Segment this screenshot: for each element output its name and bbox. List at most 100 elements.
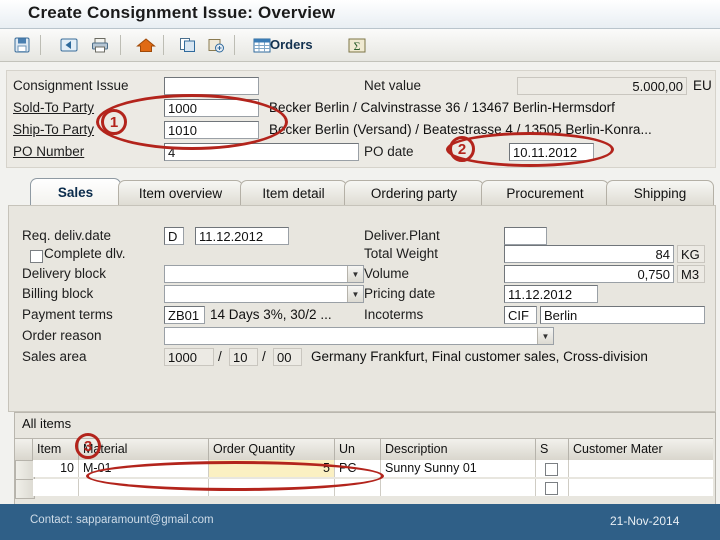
annotation-number-1: 1 [101,109,127,135]
payment-terms-text: 14 Days 3%, 30/2 ... [210,307,332,322]
row-selector-1[interactable] [15,460,35,480]
column-header-s[interactable]: S [536,439,569,460]
net-value-field: 5.000,00 [517,77,687,95]
po-date-label: PO date [364,144,414,159]
tab-sales[interactable]: Sales [30,178,121,206]
req-deliv-date-label: Req. deliv.date [22,228,112,243]
column-header-order-quantity[interactable]: Order Quantity [209,439,335,460]
incoterms-code-field[interactable]: CIF [504,306,537,324]
home-icon[interactable] [134,33,158,57]
toolbar: Orders Σ [0,29,720,62]
sales-area-org-field: 1000 [164,348,214,366]
volume-label: Volume [364,266,410,281]
cell-description-1[interactable]: Sunny Sunny 01 [381,460,536,477]
sold-to-party-label[interactable]: Sold-To Party [13,100,94,115]
row-checkbox-1[interactable] [545,463,558,476]
title-bar: Create Consignment Issue: Overview [0,0,720,29]
consignment-issue-label: Consignment Issue [13,78,129,93]
complete-dlv-checkbox[interactable] [30,250,43,263]
po-number-label[interactable]: PO Number [13,144,84,159]
sales-area-division-field: 00 [273,348,302,366]
tab-procurement-label: Procurement [506,186,584,201]
consignment-issue-field[interactable] [164,77,259,95]
order-reason-dropdown[interactable]: ▼ [164,327,554,345]
delivery-block-label: Delivery block [22,266,107,281]
annotation-number-3: 3 [75,433,101,459]
tab-ordering-party-label: Ordering party [370,186,458,201]
cell-item-1[interactable]: 10 [33,460,79,477]
annotation-ellipse-3 [86,461,384,491]
payment-terms-label: Payment terms [22,307,113,322]
annotation-number-2: 2 [449,136,475,162]
back-icon[interactable] [57,33,81,57]
delivery-block-dropdown[interactable]: ▼ [164,265,364,283]
chevron-down-icon-2[interactable]: ▼ [347,286,363,302]
ship-to-party-label[interactable]: Ship-To Party [13,122,94,137]
total-weight-field[interactable]: 84 [504,245,674,263]
cell-s-1[interactable] [536,460,569,477]
row-selector-2[interactable] [15,479,35,499]
order-reason-label: Order reason [22,328,102,343]
toolbar-separator-4 [234,35,235,55]
svg-text:Σ: Σ [354,39,361,53]
cell-customer-material-2[interactable] [569,479,713,496]
cell-customer-material-1[interactable] [569,460,713,477]
sold-to-party-description: Becker Berlin / Calvinstrasse 36 / 13467… [269,100,615,115]
print-icon[interactable] [88,33,112,57]
ship-to-party-description: Becker Berlin (Versand) / Beatestrasse 4… [269,122,652,137]
chevron-down-icon-3[interactable]: ▼ [537,328,553,344]
deliver-plant-label: Deliver.Plant [364,228,440,243]
cell-description-2[interactable] [381,479,536,496]
toolbar-separator-3 [163,35,164,55]
paste-icon[interactable] [204,33,228,57]
sigma-icon[interactable]: Σ [345,33,369,57]
incoterms-text-field[interactable]: Berlin [540,306,705,324]
tab-item-overview-label: Item overview [138,186,223,201]
chevron-down-icon[interactable]: ▼ [347,266,363,282]
billing-block-dropdown[interactable]: ▼ [164,285,364,303]
toolbar-separator-2 [120,35,121,55]
tab-sales-label: Sales [57,185,94,200]
tab-shipping[interactable]: Shipping [606,180,714,206]
orders-label[interactable]: Orders [270,37,313,52]
sales-area-channel-field: 10 [229,348,258,366]
column-header-item[interactable]: Item [33,439,79,460]
footer-contact: Contact: sapparamount@gmail.com [30,514,214,526]
payment-terms-code-field[interactable]: ZB01 [164,306,205,324]
sales-tab-panel: Req. deliv.date D 11.12.2012 Deliver.Pla… [8,205,716,412]
row-checkbox-2[interactable] [545,482,558,495]
req-deliv-date-field[interactable]: 11.12.2012 [195,227,289,245]
column-header-description[interactable]: Description [381,439,536,460]
column-header-un[interactable]: Un [335,439,381,460]
cell-s-2[interactable] [536,479,569,496]
column-header-customer-material[interactable]: Customer Mater [569,439,713,460]
tab-item-overview[interactable]: Item overview [118,180,243,206]
volume-field[interactable]: 0,750 [504,265,674,283]
tab-shipping-label: Shipping [633,186,687,201]
sales-area-sep-1: / [218,349,222,364]
pricing-date-label: Pricing date [364,286,436,301]
sales-area-sep-2: / [262,349,266,364]
currency-label: EU [693,78,712,93]
items-grid-header: Item Material Order Quantity Un Descript… [15,438,713,461]
grid-select-all[interactable] [15,439,33,460]
total-weight-unit: KG [677,245,705,263]
cell-item-2[interactable] [33,479,79,496]
tab-item-detail[interactable]: Item detail [240,180,347,206]
save-icon[interactable] [10,33,34,57]
copy-icon[interactable] [176,33,200,57]
incoterms-label: Incoterms [364,307,424,322]
tab-ordering-party[interactable]: Ordering party [344,180,484,206]
footer-date: 21-Nov-2014 [610,514,680,528]
deliver-plant-field[interactable] [504,227,547,245]
tab-procurement[interactable]: Procurement [481,180,609,206]
footer-bar: Contact: sapparamount@gmail.com 21-Nov-2… [0,504,720,540]
net-value-label: Net value [364,78,422,93]
all-items-label: All items [22,416,72,431]
page-title: Create Consignment Issue: Overview [28,3,336,22]
req-deliv-date-type-field[interactable]: D [164,227,184,245]
toolbar-separator-1 [40,35,41,55]
billing-block-label: Billing block [22,286,94,301]
total-weight-label: Total Weight [364,246,439,261]
pricing-date-field[interactable]: 11.12.2012 [504,285,598,303]
